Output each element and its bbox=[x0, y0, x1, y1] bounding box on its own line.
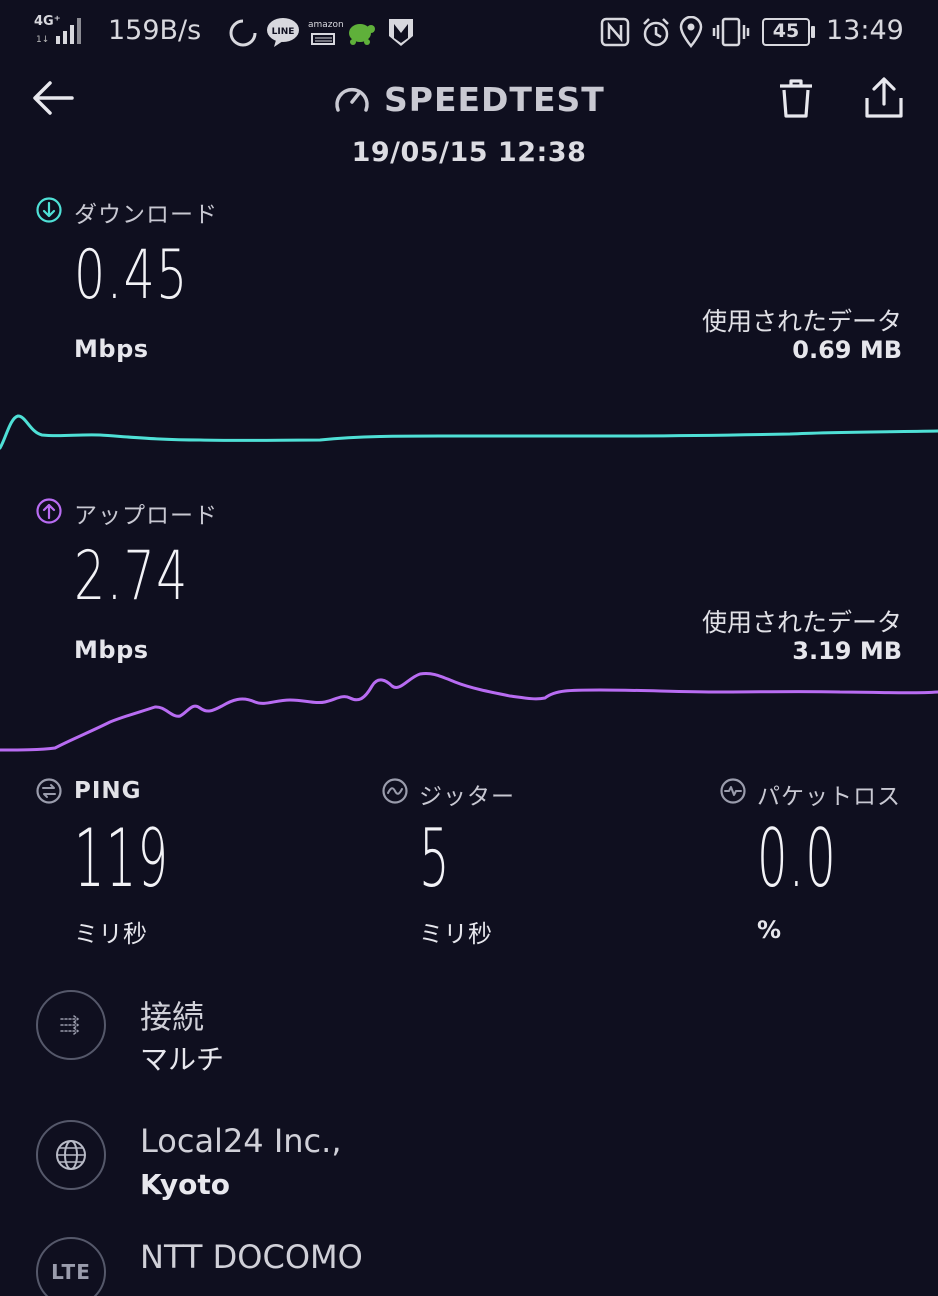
alarm-icon bbox=[643, 18, 669, 47]
nfc-icon bbox=[600, 17, 630, 47]
upload-label: アップロード bbox=[74, 503, 218, 529]
speedometer-icon bbox=[335, 87, 369, 112]
upload-graph bbox=[0, 672, 938, 752]
turtle-app-icon bbox=[349, 24, 375, 45]
ping-unit: ミリ秒 bbox=[74, 920, 148, 948]
svg-text:1↓: 1↓ bbox=[36, 35, 49, 45]
download-label: ダウンロード bbox=[74, 202, 218, 228]
jitter-label: ジッター bbox=[419, 784, 515, 810]
download-used-value: 0.69 MB bbox=[792, 336, 902, 364]
clock: 13:49 bbox=[826, 15, 904, 46]
upload-used-label: 使用されたデータ bbox=[701, 608, 902, 637]
shield-m-icon bbox=[389, 19, 413, 46]
connection-icon bbox=[36, 990, 106, 1060]
packet-loss-label: パケットロス bbox=[757, 784, 901, 810]
location-icon bbox=[679, 16, 703, 48]
download-unit: Mbps bbox=[74, 335, 149, 363]
jitter-icon bbox=[382, 778, 408, 804]
jitter-value: 5 bbox=[419, 812, 450, 905]
download-used-label: 使用されたデータ bbox=[701, 307, 902, 336]
packet-loss-icon bbox=[720, 778, 746, 804]
download-value: 0.45 bbox=[74, 236, 189, 315]
lte-icon-label: LTE bbox=[51, 1260, 91, 1284]
battery-icon: 45 bbox=[762, 18, 816, 46]
sync-icon bbox=[229, 19, 257, 47]
test-datetime: 19/05/15 12:38 bbox=[351, 137, 587, 168]
connection-value: マルチ bbox=[140, 1043, 225, 1076]
packet-loss-value: 0.0 bbox=[757, 812, 837, 905]
globe-icon bbox=[36, 1120, 106, 1190]
download-graph bbox=[0, 414, 938, 450]
ping-icon bbox=[36, 778, 62, 804]
ping-value: 119 bbox=[74, 812, 170, 905]
trash-icon[interactable] bbox=[776, 76, 816, 120]
download-arrow-icon bbox=[36, 197, 62, 223]
server-name: Local24 Inc., bbox=[140, 1122, 342, 1160]
status-bar: 4G⁺ 1↓ 159B/s LINE amazon 45 13:49 bbox=[0, 0, 938, 64]
svg-text:LINE: LINE bbox=[272, 27, 295, 37]
packet-loss-unit: % bbox=[757, 916, 782, 944]
server-location: Kyoto bbox=[140, 1168, 231, 1201]
vibrate-icon bbox=[712, 17, 750, 47]
line-app-icon: LINE bbox=[267, 18, 299, 47]
share-icon[interactable] bbox=[862, 76, 906, 120]
amazon-icon: amazon bbox=[306, 16, 344, 48]
signal-icon: 4G⁺ 1↓ bbox=[34, 14, 88, 46]
lte-icon: LTE bbox=[36, 1237, 106, 1296]
provider-name: NTT DOCOMO bbox=[140, 1238, 363, 1276]
connection-title: 接続 bbox=[140, 998, 205, 1036]
battery-level: 45 bbox=[772, 20, 800, 42]
back-arrow-icon[interactable] bbox=[30, 78, 76, 118]
upload-value: 2.74 bbox=[74, 537, 189, 616]
app-title: SPEEDTEST bbox=[384, 80, 605, 119]
network-speed: 159B/s bbox=[108, 15, 202, 46]
jitter-unit: ミリ秒 bbox=[419, 920, 493, 948]
upload-arrow-icon bbox=[36, 498, 62, 524]
ping-label: PING bbox=[74, 778, 142, 804]
